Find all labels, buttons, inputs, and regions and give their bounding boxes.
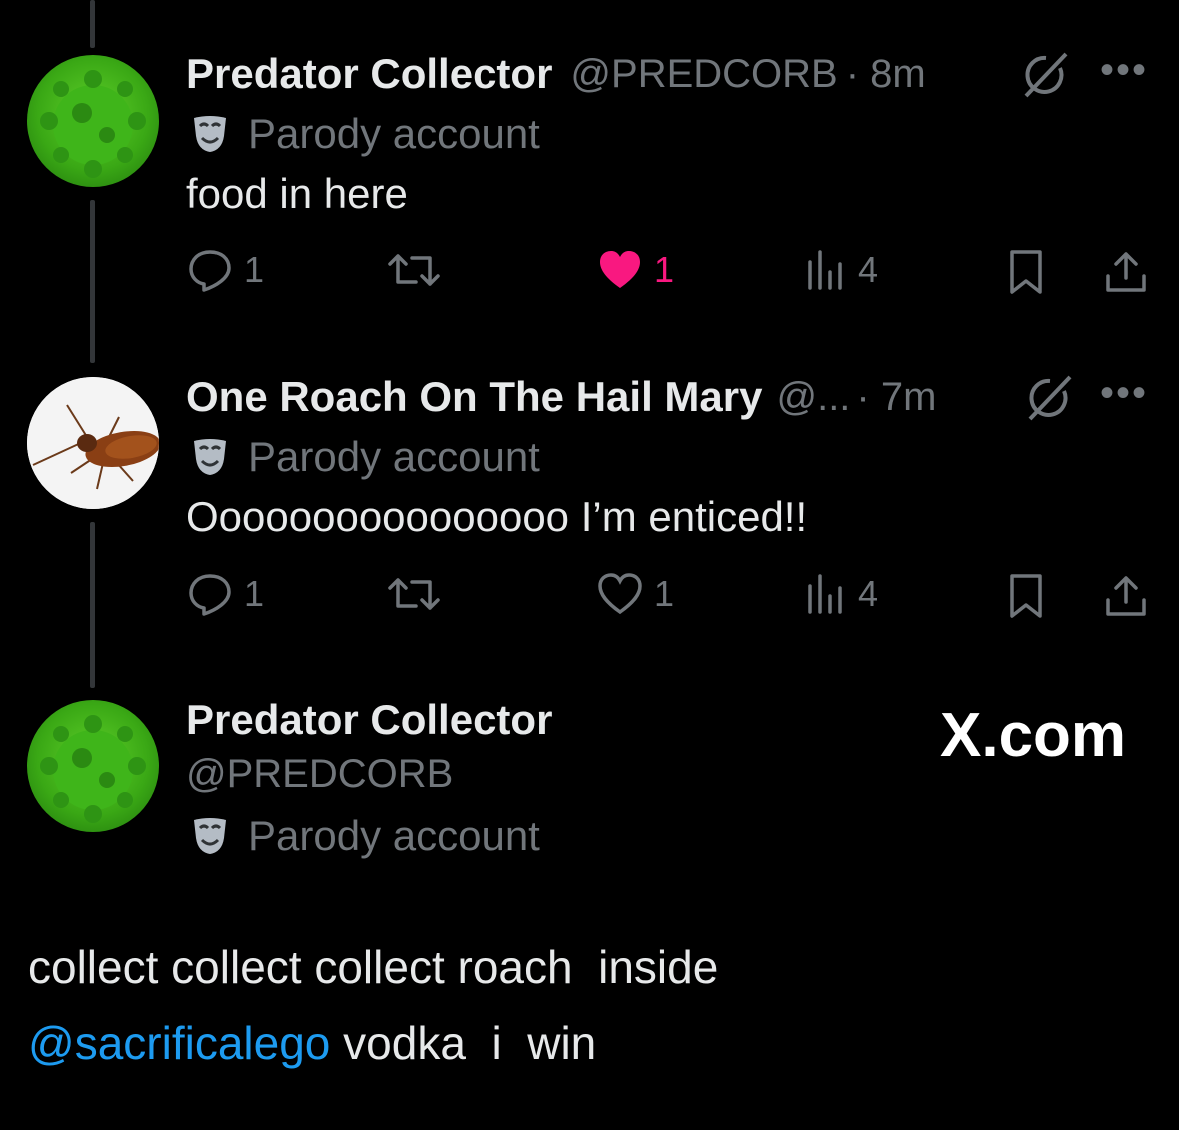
- avatar[interactable]: [27, 700, 159, 832]
- parody-badge: Parody account: [186, 427, 1159, 487]
- reply-count: 1: [244, 249, 265, 290]
- retweet-button[interactable]: [386, 246, 442, 294]
- tweet-text-line: vodka i win: [330, 1017, 597, 1069]
- heart-icon: [596, 246, 644, 294]
- author-name[interactable]: One Roach On The Hail Mary: [186, 373, 762, 421]
- views-button[interactable]: 4: [804, 248, 878, 292]
- parody-label: Parody account: [248, 812, 540, 859]
- retweet-icon: [386, 246, 442, 294]
- parody-mask-icon: [190, 437, 230, 477]
- parody-mask-icon: [190, 816, 230, 856]
- focused-tweet-text: @sacrificalego vodka i win: [28, 1016, 596, 1070]
- avatar[interactable]: [27, 377, 159, 509]
- views-icon: [804, 248, 848, 292]
- retweet-icon: [386, 570, 442, 618]
- author-handle[interactable]: @PREDCORB: [570, 52, 837, 97]
- grok-icon[interactable]: [1020, 50, 1070, 100]
- views-icon: [804, 572, 848, 616]
- parody-badge: Parody account: [186, 806, 1159, 866]
- like-count: 1: [654, 573, 675, 614]
- share-button[interactable]: [1102, 248, 1150, 296]
- tweet[interactable]: One Roach On The Hail Mary @... · 7m Par…: [186, 367, 1159, 547]
- share-icon: [1102, 572, 1150, 620]
- timestamp[interactable]: · 8m: [846, 52, 926, 97]
- tweet-text-line: collect collect collect roach inside: [28, 941, 719, 993]
- author-name[interactable]: Predator Collector: [186, 50, 552, 98]
- share-button[interactable]: [1102, 572, 1150, 620]
- grok-icon[interactable]: [1024, 373, 1074, 423]
- reply-icon: [186, 246, 234, 294]
- like-count: 1: [654, 249, 675, 290]
- thread-line: [90, 522, 95, 688]
- like-button[interactable]: 1: [596, 570, 674, 618]
- author-name[interactable]: Predator Collector: [186, 696, 552, 744]
- reply-icon: [186, 570, 234, 618]
- tweet-text: food in here: [186, 170, 408, 217]
- heart-icon: [596, 570, 644, 618]
- views-count: 4: [858, 249, 879, 290]
- bookmark-icon: [1006, 248, 1046, 296]
- reply-count: 1: [244, 573, 265, 614]
- author-handle[interactable]: @PREDCORB: [186, 752, 453, 797]
- tweet-text: Oooooooooooooooo I’m enticed!!: [186, 493, 808, 540]
- author-handle[interactable]: @...: [776, 375, 850, 420]
- reply-button[interactable]: 1: [186, 570, 264, 618]
- thread-line: [90, 200, 95, 363]
- reply-button[interactable]: 1: [186, 246, 264, 294]
- tweet[interactable]: Predator Collector @PREDCORB · 8m Parody…: [186, 44, 1159, 224]
- mention-link[interactable]: @sacrificalego: [28, 1017, 330, 1069]
- bookmark-button[interactable]: [1006, 572, 1046, 620]
- watermark: X.com: [940, 701, 1127, 770]
- retweet-button[interactable]: [386, 570, 442, 618]
- views-button[interactable]: 4: [804, 572, 878, 616]
- thread-line: [90, 0, 95, 48]
- parody-label: Parody account: [248, 110, 540, 157]
- more-icon[interactable]: •••: [1100, 371, 1148, 416]
- parody-label: Parody account: [248, 433, 540, 480]
- parody-mask-icon: [190, 114, 230, 154]
- parody-badge: Parody account: [186, 104, 1159, 164]
- focused-tweet-text: collect collect collect roach inside: [28, 940, 718, 994]
- timestamp[interactable]: · 7m: [856, 375, 936, 420]
- bookmark-button[interactable]: [1006, 248, 1046, 296]
- more-icon[interactable]: •••: [1100, 48, 1148, 93]
- views-count: 4: [858, 573, 879, 614]
- avatar[interactable]: [27, 55, 159, 187]
- bookmark-icon: [1006, 572, 1046, 620]
- share-icon: [1102, 248, 1150, 296]
- like-button[interactable]: 1: [596, 246, 674, 294]
